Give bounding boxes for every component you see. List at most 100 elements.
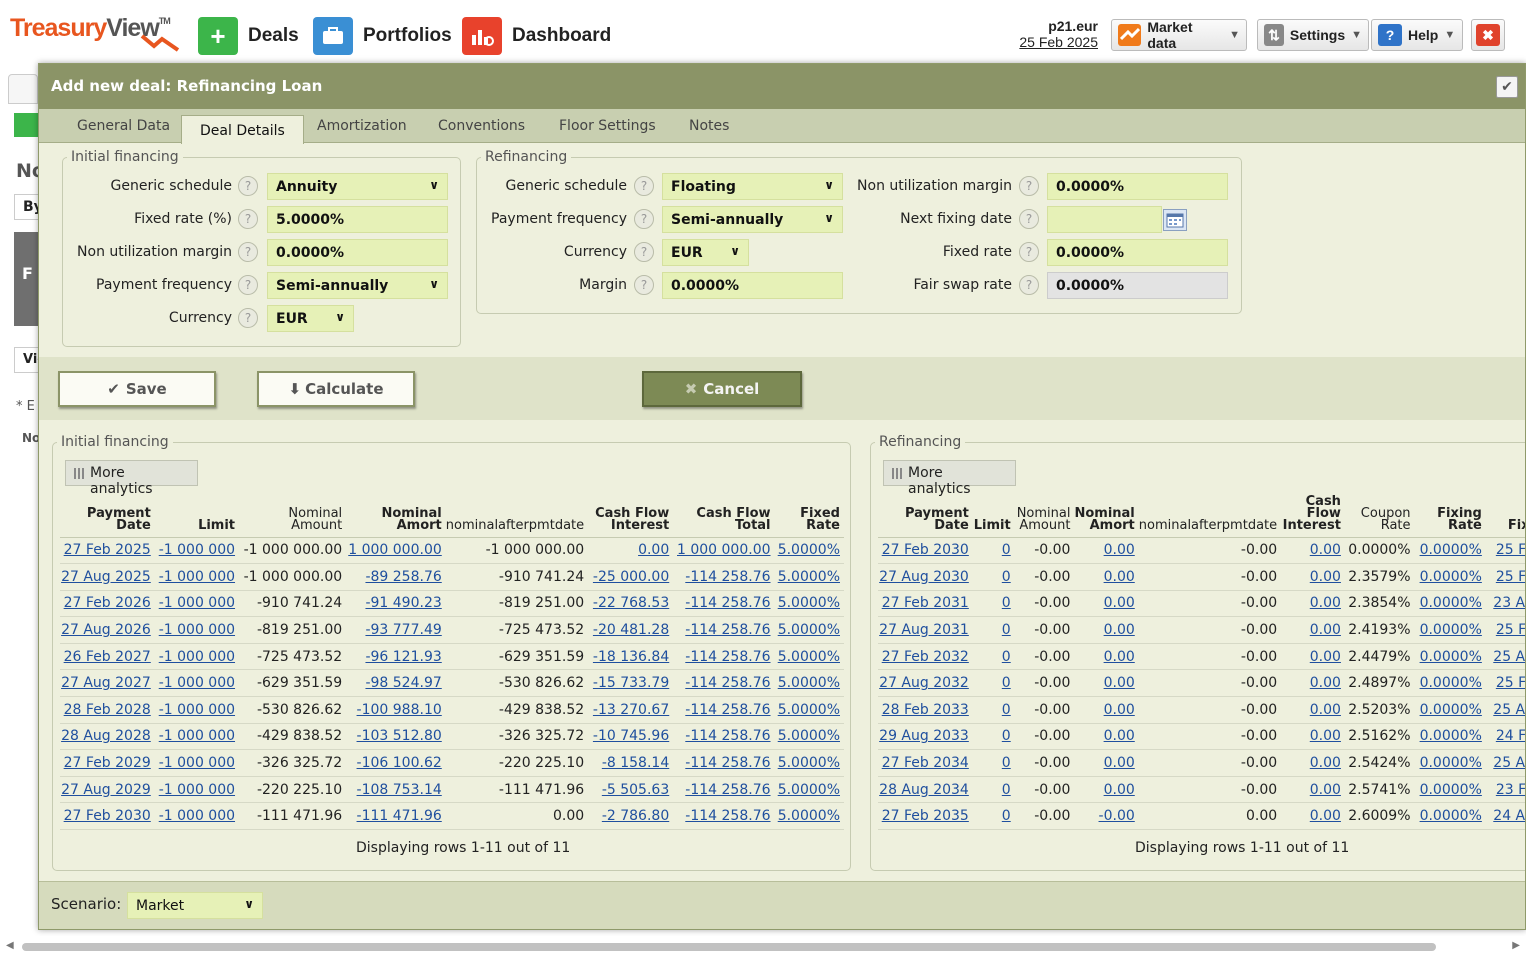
cell-link[interactable]: -13 270.67 — [593, 702, 669, 718]
help-icon[interactable]: ? — [634, 275, 654, 295]
cell-link[interactable]: 0.00 — [1310, 702, 1341, 718]
cell-link[interactable]: 28 Aug 2034 — [879, 782, 969, 798]
cell-link[interactable]: 5.0000% — [778, 649, 840, 665]
cell-link[interactable]: -91 490.23 — [365, 595, 441, 611]
tab-amortization[interactable]: Amortization — [317, 118, 407, 134]
help-icon[interactable]: ? — [1019, 209, 1039, 229]
cell-link[interactable]: 27 Aug 2025 — [61, 569, 151, 585]
help-icon[interactable]: ? — [238, 176, 258, 196]
cell-link[interactable]: -114 258.76 — [685, 649, 770, 665]
cell-link[interactable]: 27 Feb 2032 — [882, 649, 969, 665]
cell-link[interactable]: -5 505.63 — [602, 782, 669, 798]
current-date-link[interactable]: 25 Feb 2025 — [1010, 34, 1098, 50]
cell-link[interactable]: 0.00 — [1310, 782, 1341, 798]
cell-link[interactable]: 25 Fe — [1496, 622, 1525, 638]
cell-link[interactable]: 0 — [1002, 675, 1011, 691]
cell-link[interactable]: 0.00 — [1104, 622, 1135, 638]
cell-link[interactable]: 0 — [1002, 622, 1011, 638]
refinancing-currency-select[interactable]: EUR ∨ — [662, 239, 749, 266]
cell-link[interactable]: 0 — [1002, 808, 1011, 824]
help-icon[interactable]: ? — [238, 209, 258, 229]
cell-link[interactable]: 0.00 — [638, 542, 669, 558]
cell-link[interactable]: 0 — [1002, 595, 1011, 611]
nav-deals-button[interactable]: + Deals — [198, 17, 299, 55]
initial-non-utilization-margin-input[interactable]: 0.0000% — [267, 239, 448, 266]
cell-link[interactable]: 5.0000% — [778, 782, 840, 798]
cell-link[interactable]: 0 — [1002, 569, 1011, 585]
market-data-button[interactable]: Market data ▼ — [1111, 19, 1247, 51]
cell-link[interactable]: 0 — [1002, 649, 1011, 665]
cell-link[interactable]: 0.0000% — [1420, 728, 1482, 744]
cell-link[interactable]: 25 Au — [1493, 755, 1525, 771]
cell-link[interactable]: 23 Au — [1493, 595, 1525, 611]
cell-link[interactable]: 0.0000% — [1420, 702, 1482, 718]
cell-link[interactable]: 27 Feb 2025 — [64, 542, 151, 558]
refinancing-payment-frequency-select[interactable]: Semi-annually ∨ — [662, 206, 843, 233]
cell-link[interactable]: -0.00 — [1099, 808, 1135, 824]
cell-link[interactable]: 24 Fe — [1496, 728, 1525, 744]
refinancing-margin-input[interactable]: 0.0000% — [662, 272, 843, 299]
cell-link[interactable]: -114 258.76 — [685, 702, 770, 718]
cell-link[interactable]: 0 — [1002, 702, 1011, 718]
cell-link[interactable]: 28 Feb 2033 — [882, 702, 969, 718]
cell-link[interactable]: -1 000 000 — [159, 542, 235, 558]
cell-link[interactable]: 0.00 — [1104, 542, 1135, 558]
cell-link[interactable]: -1 000 000 — [159, 782, 235, 798]
cancel-button[interactable]: ✖ Cancel — [642, 371, 802, 407]
help-button[interactable]: ? Help ▼ — [1371, 19, 1463, 51]
cell-link[interactable]: 0.00 — [1310, 595, 1341, 611]
initial-more-analytics-button[interactable]: More analytics — [65, 460, 198, 497]
cell-link[interactable]: 0.00 — [1310, 622, 1341, 638]
cell-link[interactable]: -1 000 000 — [159, 622, 235, 638]
refinancing-non-utilization-margin-input[interactable]: 0.0000% — [1047, 173, 1228, 200]
cell-link[interactable]: 27 Feb 2035 — [882, 808, 969, 824]
tab-conventions[interactable]: Conventions — [438, 118, 525, 134]
initial-currency-select[interactable]: EUR ∨ — [267, 305, 354, 332]
cell-link[interactable]: 25 Fe — [1496, 569, 1525, 585]
calendar-icon[interactable] — [1163, 209, 1187, 231]
cell-link[interactable]: 0.00 — [1310, 569, 1341, 585]
cell-link[interactable]: 0.00 — [1310, 649, 1341, 665]
cell-link[interactable]: 0.00 — [1104, 755, 1135, 771]
cell-link[interactable]: -1 000 000 — [159, 755, 235, 771]
tab-general-data[interactable]: General Data — [77, 118, 170, 134]
cell-link[interactable]: 27 Feb 2026 — [64, 595, 151, 611]
cell-link[interactable]: -103 512.80 — [357, 728, 442, 744]
cell-link[interactable]: -8 158.14 — [602, 755, 669, 771]
cell-link[interactable]: 26 Feb 2027 — [64, 649, 151, 665]
scroll-right-icon[interactable]: ▶ — [1512, 940, 1520, 951]
cell-link[interactable]: -1 000 000 — [159, 569, 235, 585]
cell-link[interactable]: 0.00 — [1104, 649, 1135, 665]
scenario-select[interactable]: Market ∨ — [127, 892, 263, 919]
cell-link[interactable]: -114 258.76 — [685, 755, 770, 771]
cell-link[interactable]: 27 Aug 2030 — [879, 569, 969, 585]
cell-link[interactable]: 0.00 — [1310, 675, 1341, 691]
help-icon[interactable]: ? — [238, 275, 258, 295]
scroll-left-icon[interactable]: ◀ — [6, 940, 14, 951]
cell-link[interactable]: 27 Aug 2026 — [61, 622, 151, 638]
cell-link[interactable]: -18 136.84 — [593, 649, 669, 665]
close-app-button[interactable]: ✖ — [1471, 19, 1505, 51]
cell-link[interactable]: 0.0000% — [1420, 622, 1482, 638]
cell-link[interactable]: 0.00 — [1310, 728, 1341, 744]
cell-link[interactable]: 0.00 — [1104, 782, 1135, 798]
cell-link[interactable]: 0.00 — [1104, 728, 1135, 744]
refinancing-fair-swap-rate-input[interactable]: 0.0000% — [1047, 272, 1228, 299]
cell-link[interactable]: 5.0000% — [778, 728, 840, 744]
help-icon[interactable]: ? — [1019, 176, 1039, 196]
cell-link[interactable]: -2 786.80 — [602, 808, 669, 824]
help-icon[interactable]: ? — [238, 308, 258, 328]
cell-link[interactable]: -100 988.10 — [357, 702, 442, 718]
cell-link[interactable]: 28 Feb 2028 — [64, 702, 151, 718]
help-icon[interactable]: ? — [1019, 275, 1039, 295]
scrollbar-thumb[interactable] — [22, 943, 1436, 951]
cell-link[interactable]: 0.0000% — [1420, 755, 1482, 771]
settings-button[interactable]: ⇅ Settings ▼ — [1257, 19, 1369, 51]
cell-link[interactable]: 5.0000% — [778, 622, 840, 638]
cell-link[interactable]: -114 258.76 — [685, 728, 770, 744]
cell-link[interactable]: -1 000 000 — [159, 702, 235, 718]
cell-link[interactable]: 5.0000% — [778, 675, 840, 691]
cell-link[interactable]: 0.00 — [1104, 595, 1135, 611]
cell-link[interactable]: -114 258.76 — [685, 569, 770, 585]
cell-link[interactable]: -93 777.49 — [365, 622, 441, 638]
